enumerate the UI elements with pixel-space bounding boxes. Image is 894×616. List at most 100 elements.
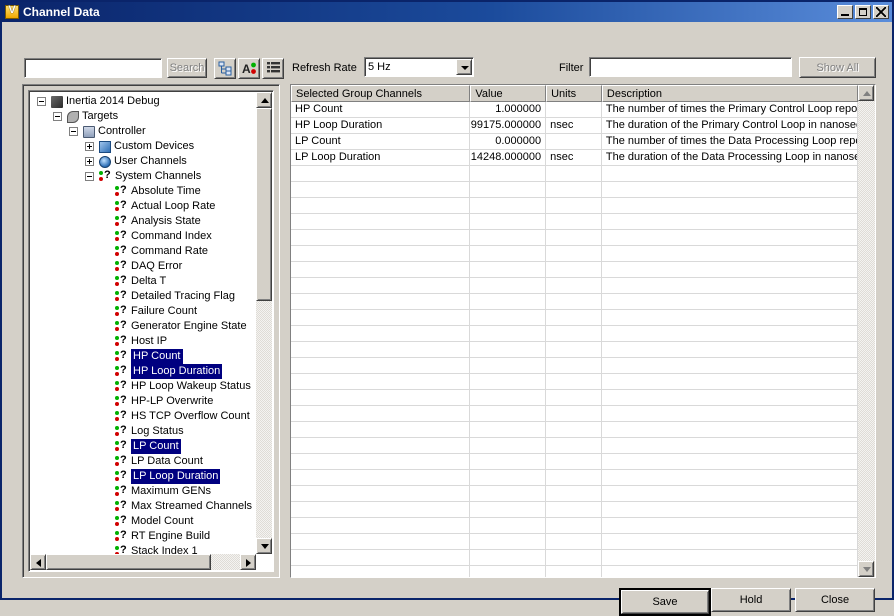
grid-column-header[interactable]: Description bbox=[601, 85, 858, 102]
tree-item[interactable]: Inertia 2014 Debug bbox=[29, 94, 160, 109]
grid-empty-row[interactable] bbox=[291, 470, 858, 486]
save-button[interactable]: Save bbox=[619, 588, 711, 616]
collapse-icon[interactable] bbox=[85, 172, 94, 181]
expand-icon[interactable] bbox=[85, 157, 94, 166]
grid-empty-row[interactable] bbox=[291, 454, 858, 470]
tree-item[interactable]: ? Generator Engine State bbox=[29, 319, 247, 334]
tree-item[interactable]: ? Model Count bbox=[29, 514, 193, 529]
search-button[interactable]: Search bbox=[167, 58, 207, 78]
grid-empty-row[interactable] bbox=[291, 422, 858, 438]
grid-empty-row[interactable] bbox=[291, 502, 858, 518]
tree-item[interactable]: ? HP Count bbox=[29, 349, 183, 364]
tree-item[interactable]: ? System Channels bbox=[29, 169, 201, 184]
grid-empty-row[interactable] bbox=[291, 230, 858, 246]
tree-item[interactable]: ? Command Rate bbox=[29, 244, 208, 259]
list-view-icon-button[interactable] bbox=[262, 58, 284, 79]
tree-item[interactable]: ? Maximum GENs bbox=[29, 484, 211, 499]
tree-item[interactable]: ? LP Count bbox=[29, 439, 181, 454]
minimize-button[interactable] bbox=[837, 5, 853, 19]
grid-empty-row[interactable] bbox=[291, 310, 858, 326]
collapse-icon[interactable] bbox=[69, 127, 78, 136]
tree-item[interactable]: ? Analysis State bbox=[29, 214, 201, 229]
grid-empty-row[interactable] bbox=[291, 390, 858, 406]
scroll-down-button[interactable] bbox=[256, 538, 272, 554]
tree-item[interactable]: ? Delta T bbox=[29, 274, 166, 289]
collapse-icon[interactable] bbox=[53, 112, 62, 121]
refresh-rate-select[interactable]: 5 Hz bbox=[364, 57, 474, 77]
tree-item[interactable]: Custom Devices bbox=[29, 139, 194, 154]
tree-hscroll-thumb[interactable] bbox=[46, 554, 211, 570]
maximize-button[interactable] bbox=[855, 5, 871, 19]
grid-empty-row[interactable] bbox=[291, 166, 858, 182]
tree-vertical-scrollbar[interactable] bbox=[256, 92, 272, 554]
scroll-right-button[interactable] bbox=[240, 554, 256, 570]
grid-row[interactable]: HP Loop Duration 99175.000000 nsec The dura… bbox=[291, 118, 858, 134]
tree-vscroll-track[interactable] bbox=[256, 108, 272, 538]
grid-empty-row[interactable] bbox=[291, 198, 858, 214]
grid-row[interactable]: HP Count 1.000000 The number of times the … bbox=[291, 102, 858, 118]
sort-alpha-icon-button[interactable]: A bbox=[238, 58, 260, 79]
tree-item[interactable]: ? RT Engine Build bbox=[29, 529, 210, 544]
tree-vscroll-thumb[interactable] bbox=[256, 108, 272, 301]
grid-empty-row[interactable] bbox=[291, 214, 858, 230]
tree-item[interactable]: ? DAQ Error bbox=[29, 259, 182, 274]
tree-view-icon-button[interactable] bbox=[214, 58, 236, 79]
grid-empty-row[interactable] bbox=[291, 406, 858, 422]
tree-item[interactable]: ? HP-LP Overwrite bbox=[29, 394, 213, 409]
grid-empty-row[interactable] bbox=[291, 534, 858, 550]
filter-input[interactable] bbox=[590, 58, 791, 76]
grid-empty-row[interactable] bbox=[291, 262, 858, 278]
scroll-left-button[interactable] bbox=[30, 554, 46, 570]
grid-scroll-up-button[interactable] bbox=[858, 85, 874, 101]
grid-column-header[interactable]: Selected Group Channels bbox=[291, 85, 471, 102]
tree-item[interactable]: ? LP Loop Duration bbox=[29, 469, 221, 484]
grid-scroll-down-button[interactable] bbox=[858, 561, 874, 577]
tree-item[interactable]: ? HP Loop Duration bbox=[29, 364, 223, 379]
chevron-down-icon[interactable] bbox=[456, 59, 472, 75]
grid-empty-row[interactable] bbox=[291, 486, 858, 502]
tree-horizontal-scrollbar[interactable] bbox=[30, 554, 256, 570]
tree-item[interactable]: ? Max Streamed Channels bbox=[29, 499, 252, 514]
grid-empty-row[interactable] bbox=[291, 294, 858, 310]
tree-item[interactable]: User Channels bbox=[29, 154, 187, 169]
grid-empty-row[interactable] bbox=[291, 278, 858, 294]
tree-item[interactable]: ? Detailed Tracing Flag bbox=[29, 289, 235, 304]
grid-vertical-scrollbar[interactable] bbox=[858, 85, 875, 577]
close-button[interactable]: Close bbox=[795, 588, 875, 612]
tree-item[interactable]: ? Host IP bbox=[29, 334, 167, 349]
grid-empty-row[interactable] bbox=[291, 374, 858, 390]
grid-row[interactable]: LP Count 0.000000 The number of times the … bbox=[291, 134, 858, 150]
show-all-button[interactable]: Show All bbox=[799, 57, 876, 78]
tree-item[interactable]: ? Absolute Time bbox=[29, 184, 201, 199]
tree-item[interactable]: ? Actual Loop Rate bbox=[29, 199, 215, 214]
grid-row[interactable]: LP Loop Duration 14248.000000 nsec The dura… bbox=[291, 150, 858, 166]
grid-column-header[interactable]: Value bbox=[470, 85, 547, 102]
tree-item[interactable]: Controller bbox=[29, 124, 146, 139]
tree-hscroll-track[interactable] bbox=[46, 554, 240, 570]
grid-empty-row[interactable] bbox=[291, 518, 858, 534]
collapse-icon[interactable] bbox=[37, 97, 46, 106]
scroll-up-button[interactable] bbox=[256, 92, 272, 108]
grid-vscroll-track[interactable] bbox=[858, 101, 875, 561]
tree-item[interactable]: ? Failure Count bbox=[29, 304, 197, 319]
expand-icon[interactable] bbox=[85, 142, 94, 151]
search-input[interactable] bbox=[25, 59, 161, 77]
grid-empty-row[interactable] bbox=[291, 358, 858, 374]
close-window-button[interactable] bbox=[873, 5, 889, 19]
hold-button[interactable]: Hold bbox=[711, 588, 791, 612]
filter-input-wrapper[interactable] bbox=[589, 57, 792, 77]
grid-empty-row[interactable] bbox=[291, 550, 858, 566]
tree-item[interactable]: ? Command Index bbox=[29, 229, 212, 244]
grid-body[interactable]: HP Count 1.000000 The number of times the … bbox=[291, 102, 858, 577]
tree-item[interactable]: ? HS TCP Overflow Count bbox=[29, 409, 250, 424]
search-input-wrapper[interactable] bbox=[24, 58, 162, 78]
tree-item[interactable]: Targets bbox=[29, 109, 118, 124]
grid-column-header[interactable]: Units bbox=[546, 85, 602, 102]
tree-item[interactable]: ? HP Loop Wakeup Status bbox=[29, 379, 251, 394]
grid-empty-row[interactable] bbox=[291, 246, 858, 262]
grid-empty-row[interactable] bbox=[291, 326, 858, 342]
channel-data-grid[interactable]: Selected Group Channels Value Units Descrip… bbox=[290, 84, 876, 578]
grid-empty-row[interactable] bbox=[291, 438, 858, 454]
tree-item[interactable]: ? LP Data Count bbox=[29, 454, 203, 469]
grid-empty-row[interactable] bbox=[291, 566, 858, 577]
